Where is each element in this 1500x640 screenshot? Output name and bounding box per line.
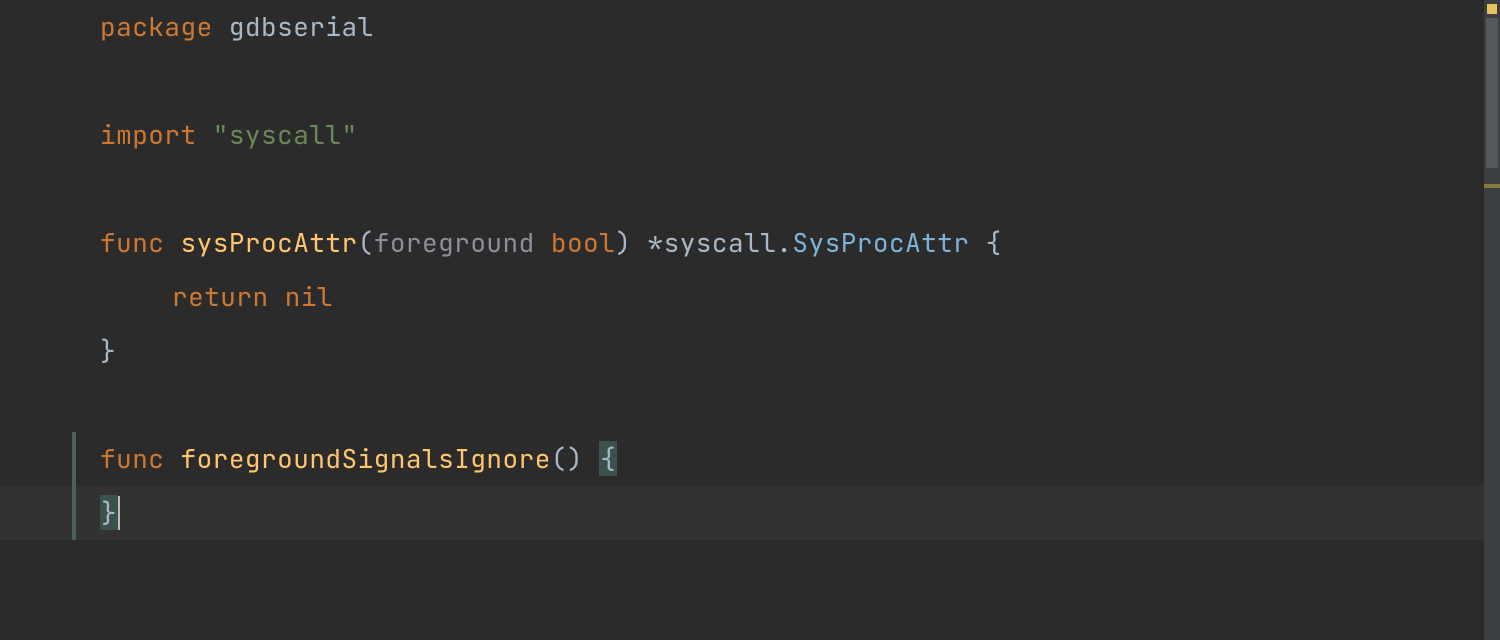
brace-open: {	[986, 225, 1002, 260]
paren-close: )	[615, 225, 631, 260]
package-name: gdbserial	[229, 9, 374, 44]
return-pkg: syscall	[664, 225, 777, 260]
code-line[interactable]: return nil	[100, 270, 1480, 324]
scrollbar-track[interactable]	[1484, 0, 1500, 640]
keyword-nil: nil	[285, 279, 333, 314]
code-line[interactable]: }	[100, 324, 1480, 378]
code-line[interactable]	[100, 54, 1480, 108]
dot: .	[776, 225, 792, 260]
code-line[interactable]: func foregroundSignalsIgnore() {	[100, 432, 1480, 486]
text-caret	[118, 496, 120, 530]
stripe-marker[interactable]	[1484, 184, 1500, 188]
code-line[interactable]	[100, 162, 1480, 216]
brace-close: }	[100, 333, 116, 368]
star: *	[647, 225, 663, 260]
param-type: bool	[551, 225, 615, 260]
function-name: sysProcAttr	[181, 225, 358, 260]
keyword-package: package	[100, 9, 213, 44]
code-line[interactable]	[100, 378, 1480, 432]
import-path: "syscall"	[213, 117, 358, 152]
function-name: foregroundSignalsIgnore	[181, 441, 551, 476]
parens: ()	[551, 441, 583, 476]
keyword-import: import	[100, 117, 197, 152]
param-name: foreground	[374, 225, 535, 260]
code-line[interactable]: import "syscall"	[100, 108, 1480, 162]
gutter	[0, 0, 70, 640]
code-editor[interactable]: package gdbserial import "syscall" func …	[0, 0, 1500, 640]
brace-close-matched: }	[100, 495, 118, 530]
keyword-return: return	[172, 279, 269, 314]
keyword-func: func	[100, 441, 164, 476]
keyword-func: func	[100, 225, 164, 260]
paren-open: (	[358, 225, 374, 260]
code-line[interactable]: }	[100, 486, 1480, 540]
code-line[interactable]: package gdbserial	[100, 0, 1480, 54]
brace-open-matched: {	[599, 441, 617, 476]
code-area[interactable]: package gdbserial import "syscall" func …	[100, 0, 1480, 640]
vcs-change-marker	[72, 432, 76, 540]
code-line[interactable]: func sysProcAttr(foreground bool) *sysca…	[100, 216, 1480, 270]
return-type: SysProcAttr	[792, 225, 969, 260]
scrollbar-thumb[interactable]	[1486, 18, 1498, 168]
warning-marker-icon[interactable]	[1487, 4, 1497, 14]
